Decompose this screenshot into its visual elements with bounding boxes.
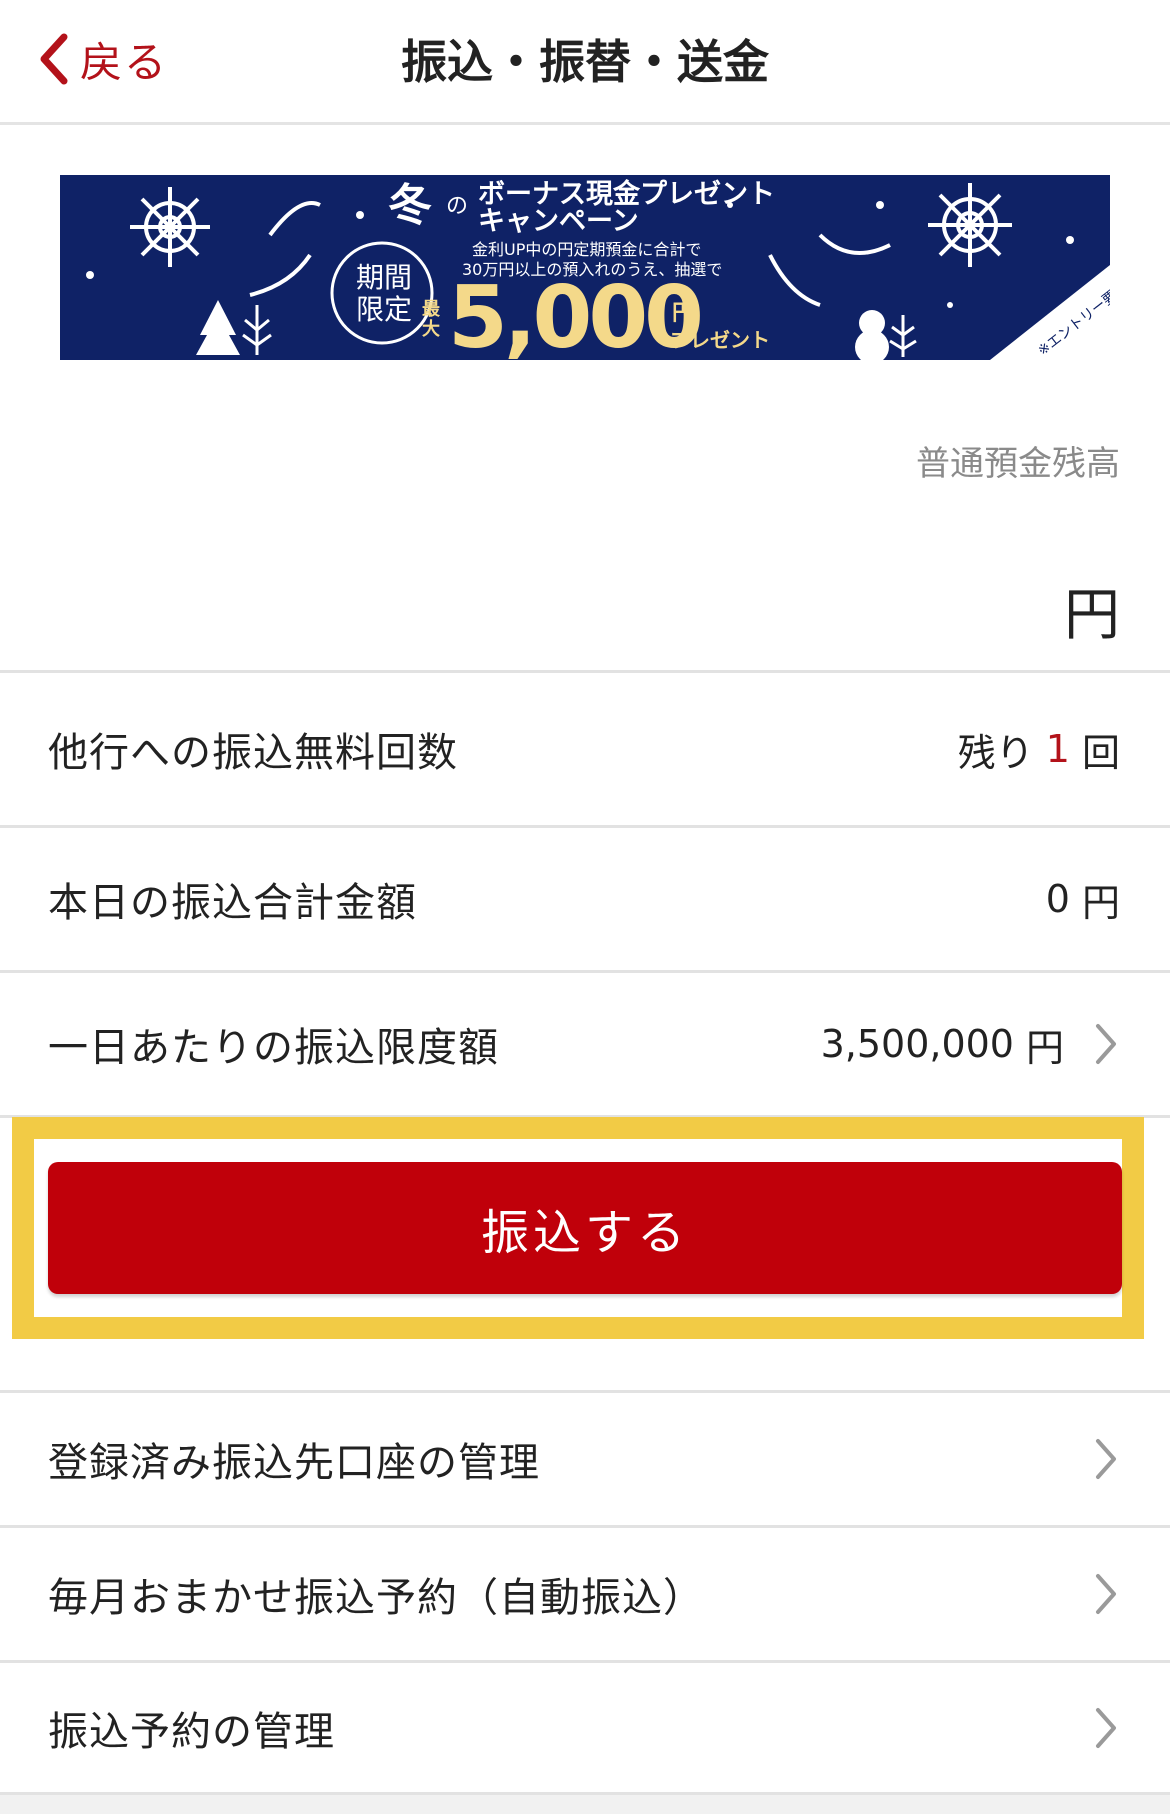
free-transfer-count-value: 残り 1 回 <box>946 722 1120 777</box>
menu-item-manage-reservations[interactable]: 振込予約の管理 <box>0 1663 1170 1793</box>
max-line2-text: 大 <box>422 318 440 340</box>
daily-limit-value: 3,500,000 円 <box>809 1017 1120 1072</box>
present-text: プレゼント <box>670 328 770 352</box>
chevron-right-icon <box>1096 1708 1116 1748</box>
balance-amount: 円 <box>1056 570 1120 651</box>
transfer-button[interactable]: 振込する <box>48 1162 1122 1294</box>
today-total-label: 本日の振込合計金額 <box>48 880 417 926</box>
amount-unit-text: 円 <box>672 301 694 326</box>
snowflake-icon <box>928 183 1012 267</box>
campaign-banner[interactable]: 冬 の ボーナス現金プレゼント キャンペーン 金利UP中の円定期預金に合計で 3… <box>60 175 1110 360</box>
headline-line2-text: キャンペーン <box>478 206 639 237</box>
remaining-count: 1 <box>1045 727 1070 771</box>
daily-limit-unit: 円 <box>1025 1025 1064 1070</box>
headline-particle-text: の <box>446 194 468 219</box>
amount-text: 5,000 <box>448 268 700 360</box>
page-title: 振込・振替・送金 <box>401 35 769 89</box>
banner-artwork: 冬 の ボーナス現金プレゼント キャンペーン 金利UP中の円定期預金に合計で 3… <box>86 178 1110 360</box>
chevron-right-icon <box>1096 1439 1116 1479</box>
max-line1-text: 最 <box>422 299 441 320</box>
today-total-unit: 円 <box>1081 880 1120 925</box>
chevron-right-icon <box>1096 1024 1116 1064</box>
today-total-row: 本日の振込合計金額 0 円 <box>0 828 1170 970</box>
daily-limit-amount: 3,500,000 <box>820 1022 1014 1066</box>
free-transfer-count-row: 他行への振込無料回数 残り 1 回 <box>0 673 1170 825</box>
today-total-value: 0 円 <box>1034 872 1120 927</box>
menu-item-label: 登録済み振込先口座の管理 <box>48 1440 540 1486</box>
balance-unit: 円 <box>1064 583 1120 648</box>
remaining-prefix: 残り <box>957 730 1034 775</box>
chevron-right-icon <box>1096 1574 1116 1614</box>
snowflake-icon <box>130 187 210 267</box>
badge-line2-text: 限定 <box>356 293 412 326</box>
tree-icon <box>889 315 917 357</box>
badge-line1-text: 期間 <box>356 261 412 294</box>
free-transfer-count-label: 他行への振込無料回数 <box>48 730 458 776</box>
count-unit: 回 <box>1081 730 1120 775</box>
sub-line1-text: 金利UP中の円定期預金に合計で <box>472 240 701 259</box>
menu-item-label: 毎月おまかせ振込予約（自動振込） <box>48 1575 704 1621</box>
tree-icon <box>196 300 240 355</box>
app-header: 戻る 振込・振替・送金 <box>0 0 1170 125</box>
headline-main-text: 冬 <box>388 180 432 231</box>
daily-limit-row[interactable]: 一日あたりの振込限度額 3,500,000 円 <box>0 973 1170 1115</box>
daily-limit-label: 一日あたりの振込限度額 <box>48 1025 499 1071</box>
tree-icon <box>242 305 272 355</box>
menu-item-manage-payees[interactable]: 登録済み振込先口座の管理 <box>0 1393 1170 1525</box>
menu-item-label: 振込予約の管理 <box>48 1709 335 1755</box>
snowman-icon <box>855 310 889 360</box>
menu-item-auto-transfer[interactable]: 毎月おまかせ振込予約（自動振込） <box>0 1528 1170 1660</box>
balance-label: 普通預金残高 <box>916 444 1120 484</box>
today-total-amount: 0 <box>1045 877 1070 921</box>
